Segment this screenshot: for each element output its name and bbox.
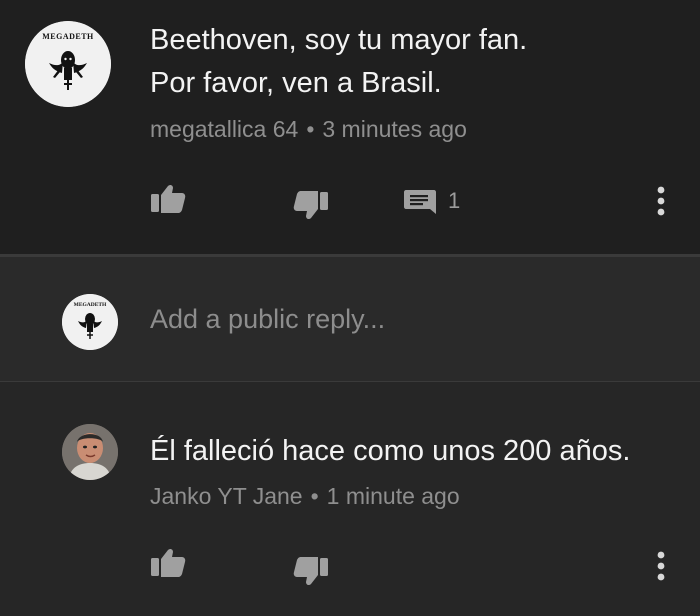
reply-timestamp[interactable]: 1 minute ago bbox=[327, 483, 460, 509]
meta-separator: • bbox=[310, 483, 319, 509]
reply-author-name[interactable]: Janko YT Jane bbox=[150, 483, 303, 509]
thumbs-up-icon bbox=[151, 184, 186, 213]
reply-meta: Janko YT Jane • 1 minute ago bbox=[150, 483, 460, 510]
reply-author-avatar[interactable] bbox=[62, 424, 118, 480]
reply-dislike-button[interactable] bbox=[292, 555, 330, 589]
more-vertical-icon bbox=[657, 186, 665, 216]
comment-timestamp[interactable]: 3 minutes ago bbox=[322, 116, 466, 142]
logo-wordmark: MEGADETH bbox=[42, 32, 94, 41]
logo-wordmark: MEGADETH bbox=[74, 302, 107, 308]
megadeth-logo-icon: MEGADETH bbox=[62, 294, 118, 350]
like-button[interactable] bbox=[149, 181, 187, 215]
reply-button[interactable] bbox=[402, 187, 438, 219]
reply-like-button[interactable] bbox=[149, 545, 187, 579]
author-name[interactable]: megatallica 64 bbox=[150, 116, 298, 142]
author-avatar[interactable]: MEGADETH bbox=[25, 21, 111, 107]
dislike-button[interactable] bbox=[292, 189, 330, 223]
thumbs-down-icon bbox=[293, 557, 328, 586]
reply-thread: Él falleció hace como unos 200 años. Jan… bbox=[0, 382, 700, 616]
comment-menu-button[interactable] bbox=[654, 184, 668, 218]
comment-icon bbox=[404, 190, 436, 214]
reply-input[interactable]: Add a public reply... bbox=[150, 304, 385, 335]
thumbs-up-icon bbox=[151, 548, 186, 577]
comment-meta: megatallica 64 • 3 minutes ago bbox=[150, 116, 467, 143]
section-divider bbox=[0, 254, 700, 257]
reply-text: Él falleció hace como unos 200 años. bbox=[150, 435, 631, 467]
comment-line-2: Por favor, ven a Brasil. bbox=[150, 67, 442, 99]
reply-count[interactable]: 1 bbox=[448, 188, 460, 214]
thumbs-down-icon bbox=[293, 191, 328, 220]
comment-line-1: Beethoven, soy tu mayor fan. bbox=[150, 24, 528, 56]
megadeth-logo-icon: MEGADETH bbox=[25, 21, 111, 107]
more-vertical-icon bbox=[657, 551, 665, 581]
comment-text: Beethoven, soy tu mayor fan. Por favor, … bbox=[150, 19, 527, 105]
person-photo-icon bbox=[62, 424, 118, 480]
current-user-avatar: MEGADETH bbox=[62, 294, 118, 350]
comment-thread: MEGADETH Beethoven, soy tu mayor fan. Po… bbox=[0, 0, 700, 255]
reply-menu-button[interactable] bbox=[654, 549, 668, 583]
meta-separator: • bbox=[306, 116, 315, 142]
